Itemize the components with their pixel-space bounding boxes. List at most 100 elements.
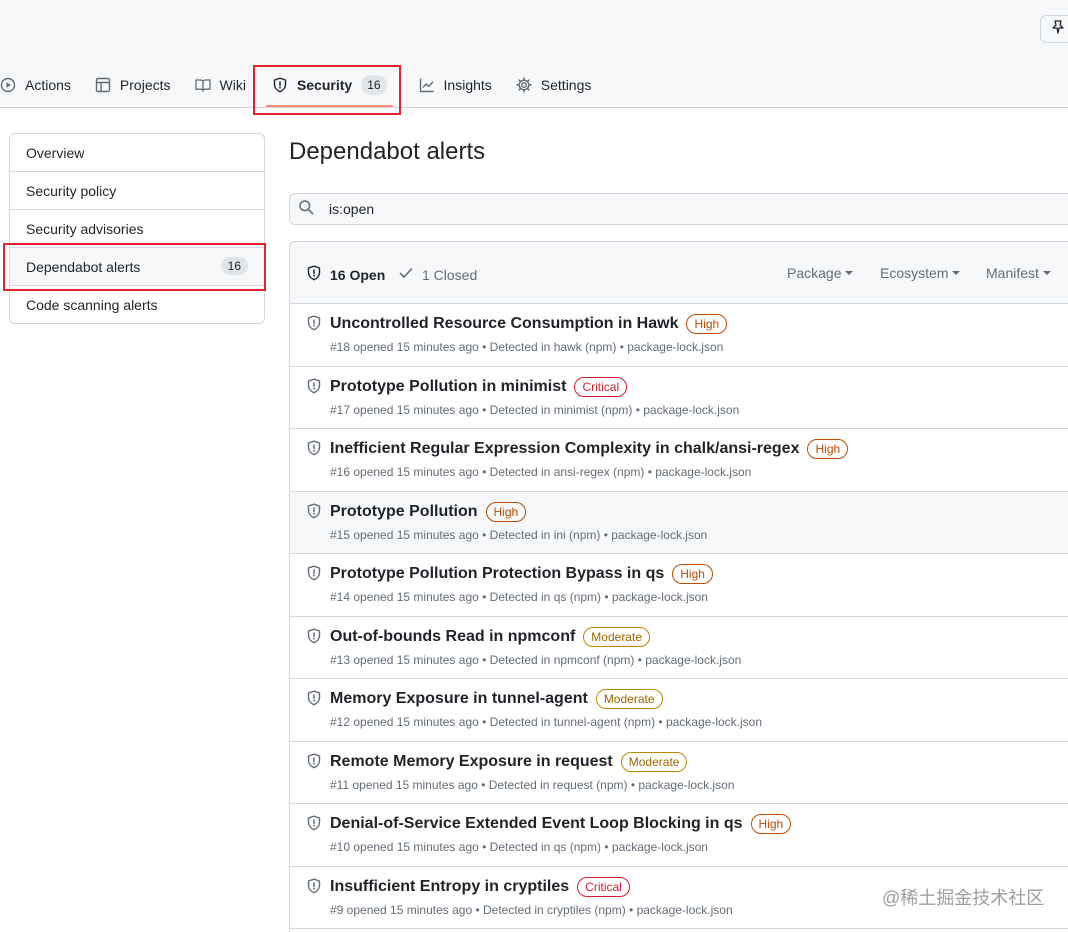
- shield-icon: [306, 565, 322, 581]
- search-icon: [298, 199, 329, 220]
- alert-meta: #11 opened 15 minutes ago • Detected in …: [330, 777, 735, 792]
- alerts-rows: Uncontrolled Resource Consumption in Haw…: [290, 304, 1068, 929]
- alert-title-line: Out-of-bounds Read in npmconf Moderate: [330, 626, 650, 647]
- tab-settings[interactable]: Settings: [516, 64, 592, 106]
- gear-icon: [516, 77, 532, 93]
- severity-badge: Critical: [574, 376, 628, 397]
- closed-filter-button[interactable]: 1 Closed: [398, 265, 477, 284]
- alert-title-link[interactable]: Inefficient Regular Expression Complexit…: [330, 440, 799, 458]
- tab-projects[interactable]: Projects: [95, 64, 171, 106]
- alert-title-link[interactable]: Insufficient Entropy in cryptiles: [330, 878, 569, 896]
- dependabot-count-badge: 16: [220, 257, 248, 275]
- tab-actions-label: Actions: [25, 77, 71, 93]
- shield-icon: [306, 815, 322, 831]
- severity-badge: High: [485, 501, 527, 522]
- sidebar-item-label: Security advisories: [26, 220, 144, 237]
- alert-title-link[interactable]: Prototype Pollution in minimist: [330, 378, 566, 396]
- sidebar-item-code-scanning-alerts[interactable]: Code scanning alerts: [10, 286, 264, 323]
- shield-icon: [306, 440, 322, 456]
- table-row[interactable]: Memory Exposure in tunnel-agent Moderate #…: [290, 679, 1068, 742]
- tab-wiki-label: Wiki: [219, 77, 246, 93]
- table-row[interactable]: Inefficient Regular Expression Complexit…: [290, 429, 1068, 492]
- tab-actions[interactable]: Actions: [0, 64, 71, 106]
- table-row[interactable]: Denial-of-Service Extended Event Loop Bl…: [290, 804, 1068, 867]
- pin-button[interactable]: [1040, 15, 1068, 43]
- shield-icon: [306, 315, 322, 331]
- alert-title-link[interactable]: Prototype Pollution Protection Bypass in…: [330, 565, 664, 583]
- open-count-label: 16 Open: [330, 266, 386, 283]
- closed-count-label: 1 Closed: [422, 266, 478, 283]
- alert-meta: #14 opened 15 minutes ago • Detected in …: [330, 590, 708, 604]
- ecosystem-filter-dropdown[interactable]: Ecosystem: [880, 265, 961, 281]
- alert-title-link[interactable]: Prototype Pollution: [330, 503, 478, 521]
- table-row[interactable]: Prototype Pollution High #15 opened 15 min…: [290, 491, 1068, 554]
- table-row[interactable]: Remote Memory Exposure in request Moderat…: [290, 741, 1068, 804]
- shield-icon: [306, 690, 322, 706]
- sidebar-item-label: Dependabot alerts: [26, 258, 141, 275]
- manifest-filter-label: Manifest: [986, 265, 1039, 281]
- table-row[interactable]: Uncontrolled Resource Consumption in Haw…: [290, 304, 1068, 367]
- table-row[interactable]: Prototype Pollution in minimist Critical #…: [290, 366, 1068, 429]
- alert-title-line: Remote Memory Exposure in request Moderat…: [330, 751, 688, 772]
- alerts-list: 16 Open 1 Closed Package Ecosystem Manif…: [289, 241, 1068, 932]
- tab-wiki[interactable]: Wiki: [194, 64, 246, 106]
- tab-insights-label: Insights: [443, 77, 492, 93]
- manifest-filter-dropdown[interactable]: Manifest: [986, 265, 1051, 281]
- tab-security-label: Security: [296, 77, 353, 93]
- package-filter-dropdown[interactable]: Package: [787, 265, 854, 281]
- tab-settings-label: Settings: [540, 77, 592, 93]
- alerts-list-header: 16 Open 1 Closed Package Ecosystem Manif…: [290, 242, 1068, 304]
- table-row[interactable]: Out-of-bounds Read in npmconf Moderate #13…: [290, 616, 1068, 679]
- alert-title-line: Prototype Pollution in minimist Critical: [330, 376, 628, 397]
- severity-badge: High: [686, 314, 728, 334]
- security-counter: 16: [361, 75, 387, 95]
- sidebar-item-label: Code scanning alerts: [26, 297, 158, 313]
- caret-down-icon: [952, 271, 961, 275]
- page-title: Dependabot alerts: [289, 138, 486, 165]
- severity-badge: High: [750, 814, 792, 834]
- shield-icon: [306, 753, 322, 769]
- sidebar-item-security-policy[interactable]: Security policy: [10, 172, 264, 210]
- caret-down-icon: [1042, 271, 1051, 275]
- sidebar-item-security-advisories[interactable]: Security advisories: [10, 210, 264, 248]
- severity-badge: Moderate: [583, 626, 650, 647]
- graph-icon: [419, 77, 435, 93]
- alert-meta: #9 opened 15 minutes ago • Detected in c…: [330, 902, 733, 917]
- alert-meta: #15 opened 15 minutes ago • Detected in …: [330, 527, 708, 542]
- alert-title-link[interactable]: Remote Memory Exposure in request: [330, 753, 613, 771]
- search-input[interactable]: [329, 201, 929, 217]
- repo-nav: Actions Projects Wiki Security 16 Insigh…: [0, 64, 615, 108]
- tab-insights[interactable]: Insights: [419, 64, 492, 106]
- table-row[interactable]: Prototype Pollution Protection Bypass in…: [290, 554, 1068, 617]
- pin-icon: [1050, 19, 1066, 40]
- book-icon: [194, 77, 211, 93]
- check-icon: [398, 265, 422, 284]
- severity-badge: Moderate: [620, 751, 688, 772]
- alert-title-line: Memory Exposure in tunnel-agent Moderate: [330, 689, 663, 709]
- alert-title-link[interactable]: Memory Exposure in tunnel-agent: [330, 690, 588, 708]
- alert-title-link[interactable]: Denial-of-Service Extended Event Loop Bl…: [330, 815, 743, 833]
- caret-down-icon: [845, 271, 854, 275]
- search-box[interactable]: [289, 193, 1068, 225]
- alert-meta: #18 opened 15 minutes ago • Detected in …: [330, 340, 724, 354]
- alert-title-line: Insufficient Entropy in cryptiles Critica…: [330, 876, 630, 897]
- alert-title-link[interactable]: Uncontrolled Resource Consumption in Haw…: [330, 315, 678, 333]
- security-sidebar: Overview Security policy Security adviso…: [9, 133, 265, 324]
- shield-icon: [306, 878, 322, 894]
- play-icon: [0, 77, 16, 93]
- severity-badge: Moderate: [595, 689, 663, 709]
- alert-meta: #12 opened 15 minutes ago • Detected in …: [330, 715, 763, 729]
- open-filter-button[interactable]: 16 Open: [306, 265, 385, 284]
- alert-title-line: Denial-of-Service Extended Event Loop Bl…: [330, 814, 792, 834]
- alert-title-line: Prototype Pollution High: [330, 501, 527, 522]
- sidebar-item-label: Security policy: [26, 182, 117, 199]
- sidebar-item-dependabot-alerts[interactable]: Dependabot alerts 16: [10, 248, 264, 286]
- tab-projects-label: Projects: [119, 77, 171, 93]
- table-icon: [95, 77, 111, 93]
- tab-security[interactable]: Security 16: [264, 64, 395, 107]
- shield-icon: [272, 77, 288, 93]
- shield-icon: [306, 378, 322, 394]
- alert-title-line: Inefficient Regular Expression Complexit…: [330, 439, 849, 459]
- alert-title-link[interactable]: Out-of-bounds Read in npmconf: [330, 628, 575, 646]
- sidebar-item-overview[interactable]: Overview: [10, 134, 264, 172]
